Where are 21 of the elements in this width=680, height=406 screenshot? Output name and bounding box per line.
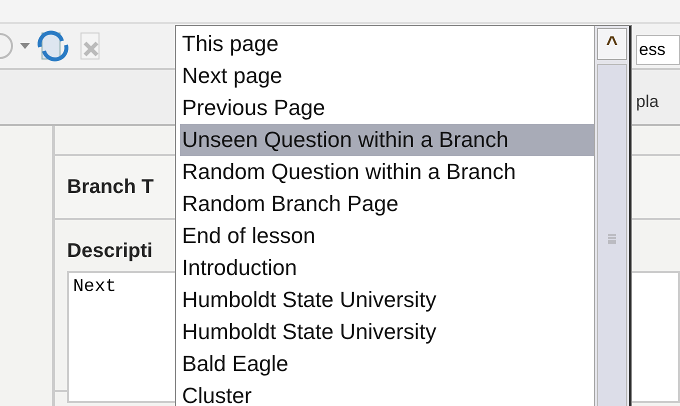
dropdown-caret-icon[interactable]	[20, 43, 30, 49]
dropdown-item[interactable]: Humboldt State University	[180, 316, 594, 348]
refresh-document-icon[interactable]	[36, 29, 70, 63]
dropdown-item[interactable]: Bald Eagle	[180, 348, 594, 380]
dropdown-item[interactable]: End of lesson	[180, 220, 594, 252]
field-label: Descripti	[67, 240, 153, 262]
field-label: Branch T	[67, 176, 154, 198]
dropdown-item[interactable]: This page	[180, 28, 594, 60]
dropdown-item[interactable]: Cluster	[180, 380, 594, 406]
text-field[interactable]: ess	[636, 35, 680, 65]
dropdown-item[interactable]: Random Branch Page	[180, 188, 594, 220]
label-text: pla	[636, 92, 660, 113]
dropdown-item[interactable]: Previous Page	[180, 92, 594, 124]
dropdown-item[interactable]: Next page	[180, 60, 594, 92]
grip-icon	[607, 234, 617, 244]
scroll-up-button[interactable]: ^	[597, 28, 627, 60]
dropdown-item[interactable]: Unseen Question within a Branch	[180, 124, 594, 156]
dropdown-item[interactable]: Introduction	[180, 252, 594, 284]
dropdown-item[interactable]: Humboldt State University	[180, 284, 594, 316]
scrollbar-thumb[interactable]	[597, 64, 627, 406]
dropdown-item[interactable]: Random Question within a Branch	[180, 156, 594, 188]
